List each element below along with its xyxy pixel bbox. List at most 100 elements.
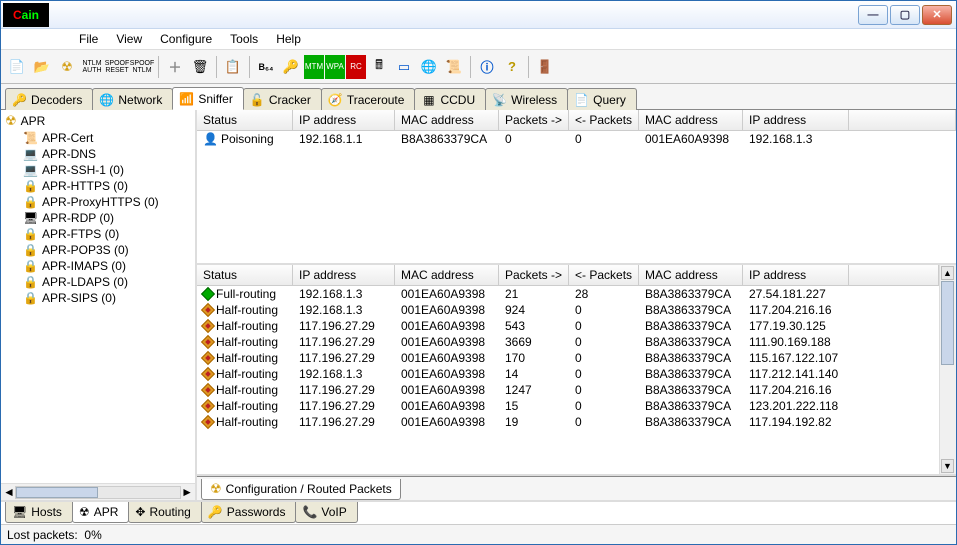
menu-file[interactable]: File: [71, 30, 106, 48]
minimize-button[interactable]: —: [858, 5, 888, 25]
table-row[interactable]: Half-routing117.196.27.29001EA60A9398150…: [197, 398, 939, 414]
btab-routing[interactable]: ✥Routing: [128, 502, 201, 523]
find-icon[interactable]: 📋: [221, 55, 245, 79]
tab-traceroute[interactable]: 🧭Traceroute: [321, 88, 416, 110]
spoof-ntlm-icon[interactable]: SPOOFNTLM: [130, 55, 154, 79]
apr-icon: ☢: [79, 505, 90, 519]
tree-item[interactable]: 🔒APR-IMAPS (0): [21, 258, 193, 274]
col-pk2[interactable]: <- Packets: [569, 110, 639, 130]
new-icon[interactable]: 📄: [5, 55, 29, 79]
col-pk1[interactable]: Packets ->: [499, 110, 569, 130]
tree-item[interactable]: 🔒APR-HTTPS (0): [21, 178, 193, 194]
tab-cracker[interactable]: 🔓Cracker: [243, 88, 322, 110]
tab-config-routed[interactable]: ☢ Configuration / Routed Packets: [201, 479, 401, 500]
nuke-icon: ☢: [5, 113, 17, 129]
col-ip2[interactable]: IP address: [743, 265, 849, 285]
tree-item[interactable]: 📜APR-Cert: [21, 130, 193, 146]
scroll-left-icon[interactable]: ◄: [3, 485, 15, 499]
info-icon[interactable]: ⓘ: [475, 55, 499, 79]
menu-tools[interactable]: Tools: [222, 30, 266, 48]
cert-icon[interactable]: 📜: [442, 55, 466, 79]
main-tabstrip: 🔑Decoders🌐Network📶Sniffer🔓Cracker🧭Tracer…: [1, 84, 956, 110]
col-status[interactable]: Status: [197, 110, 293, 130]
btab-voip[interactable]: 📞VoIP: [295, 502, 357, 523]
col-ip2[interactable]: IP address: [743, 110, 849, 130]
scroll-thumb[interactable]: [16, 487, 98, 498]
key-icon[interactable]: 🔑: [279, 55, 303, 79]
table-row[interactable]: Half-routing117.196.27.29001EA60A9398124…: [197, 382, 939, 398]
tree-item[interactable]: 🔒APR-ProxyHTTPS (0): [21, 194, 193, 210]
badge1-icon[interactable]: MTM: [304, 55, 324, 79]
table-row[interactable]: Full-routing192.168.1.3001EA60A93982128B…: [197, 286, 939, 302]
routing-vscroll[interactable]: ▲ ▼: [939, 265, 956, 474]
spoof-reset-icon[interactable]: SPOOFRESET: [105, 55, 129, 79]
tree-item[interactable]: 🔒APR-FTPS (0): [21, 226, 193, 242]
scroll-thumb[interactable]: [941, 281, 954, 365]
tree-item[interactable]: 🔒APR-POP3S (0): [21, 242, 193, 258]
maximize-button[interactable]: ▢: [890, 5, 920, 25]
tree-item[interactable]: 🔒APR-LDAPS (0): [21, 274, 193, 290]
btab-passwords[interactable]: 🔑Passwords: [201, 502, 297, 523]
tab-label: Network: [118, 93, 162, 107]
calc-icon[interactable]: 🖩: [367, 55, 391, 79]
menu-view[interactable]: View: [108, 30, 150, 48]
badge3-icon[interactable]: RC: [346, 55, 366, 79]
table-row[interactable]: Half-routing117.196.27.29001EA60A9398366…: [197, 334, 939, 350]
tab-wireless[interactable]: 📡Wireless: [485, 88, 568, 110]
table-row[interactable]: 👤Poisoning192.168.1.1B8A3863379CA00001EA…: [197, 131, 956, 147]
tab-sniffer[interactable]: 📶Sniffer: [172, 87, 243, 110]
cracker-icon: 🔓: [250, 92, 265, 107]
tab-label: Query: [593, 93, 626, 107]
monitor-icon[interactable]: ▭: [392, 55, 416, 79]
badge2-icon[interactable]: WPA: [325, 55, 345, 79]
tree-item-label: APR-HTTPS (0): [42, 179, 128, 193]
table-row[interactable]: Half-routing117.196.27.29001EA60A9398543…: [197, 318, 939, 334]
col-ip1[interactable]: IP address: [293, 110, 395, 130]
col-mac2[interactable]: MAC address: [639, 265, 743, 285]
open-icon[interactable]: 📂: [30, 55, 54, 79]
col-ip1[interactable]: IP address: [293, 265, 395, 285]
help-icon[interactable]: ?: [500, 55, 524, 79]
b64-icon[interactable]: B₆₄: [254, 55, 278, 79]
tree-item[interactable]: 🖥APR-RDP (0): [21, 210, 193, 226]
col-mac2[interactable]: MAC address: [639, 110, 743, 130]
table-row[interactable]: Half-routing117.196.27.29001EA60A9398170…: [197, 350, 939, 366]
globe2-icon[interactable]: 🌐: [417, 55, 441, 79]
tree-item[interactable]: 💻APR-DNS: [21, 146, 193, 162]
lost-packets-label: Lost packets:: [7, 528, 78, 542]
tree-item[interactable]: 🔒APR-SIPS (0): [21, 290, 193, 306]
table-row[interactable]: Half-routing117.196.27.29001EA60A9398190…: [197, 414, 939, 430]
delete-icon[interactable]: 🗑: [188, 55, 212, 79]
col-mac1[interactable]: MAC address: [395, 110, 499, 130]
exit-icon[interactable]: 🚪: [533, 55, 557, 79]
menu-help[interactable]: Help: [268, 30, 309, 48]
person-icon: 👤: [203, 132, 218, 146]
apr-tree[interactable]: ☢ APR 📜APR-Cert💻APR-DNS💻APR-SSH-1 (0)🔒AP…: [1, 110, 195, 483]
tree-item-icon: 🔒: [23, 259, 38, 273]
scroll-right-icon[interactable]: ►: [181, 485, 193, 499]
nuke-icon[interactable]: ☢: [55, 55, 79, 79]
col-pk2[interactable]: <- Packets: [569, 265, 639, 285]
scroll-up-icon[interactable]: ▲: [941, 266, 954, 280]
col-status[interactable]: Status: [197, 265, 293, 285]
tree-item-label: APR-POP3S (0): [42, 243, 129, 257]
bottom-tabstrip: 🖥Hosts☢APR✥Routing🔑Passwords📞VoIP: [1, 500, 956, 524]
tree-item[interactable]: 💻APR-SSH-1 (0): [21, 162, 193, 178]
table-row[interactable]: Half-routing192.168.1.3001EA60A93989240B…: [197, 302, 939, 318]
col-pk1[interactable]: Packets ->: [499, 265, 569, 285]
close-button[interactable]: ✕: [922, 5, 952, 25]
btab-apr[interactable]: ☢APR: [72, 502, 129, 523]
col-mac1[interactable]: MAC address: [395, 265, 499, 285]
menu-configure[interactable]: Configure: [152, 30, 220, 48]
tab-ccdu[interactable]: ▦CCDU: [414, 88, 486, 110]
tab-query[interactable]: 📄Query: [567, 88, 637, 110]
tree-root[interactable]: ☢ APR: [3, 112, 193, 130]
scroll-down-icon[interactable]: ▼: [941, 459, 954, 473]
btab-hosts[interactable]: 🖥Hosts: [5, 502, 73, 523]
tab-decoders[interactable]: 🔑Decoders: [5, 88, 93, 110]
ntlm-auth-icon[interactable]: NTLMAUTH: [80, 55, 104, 79]
sidebar-hscroll[interactable]: ◄ ►: [1, 483, 195, 500]
tab-network[interactable]: 🌐Network: [92, 88, 173, 110]
add-icon[interactable]: ＋: [163, 55, 187, 79]
table-row[interactable]: Half-routing192.168.1.3001EA60A9398140B8…: [197, 366, 939, 382]
